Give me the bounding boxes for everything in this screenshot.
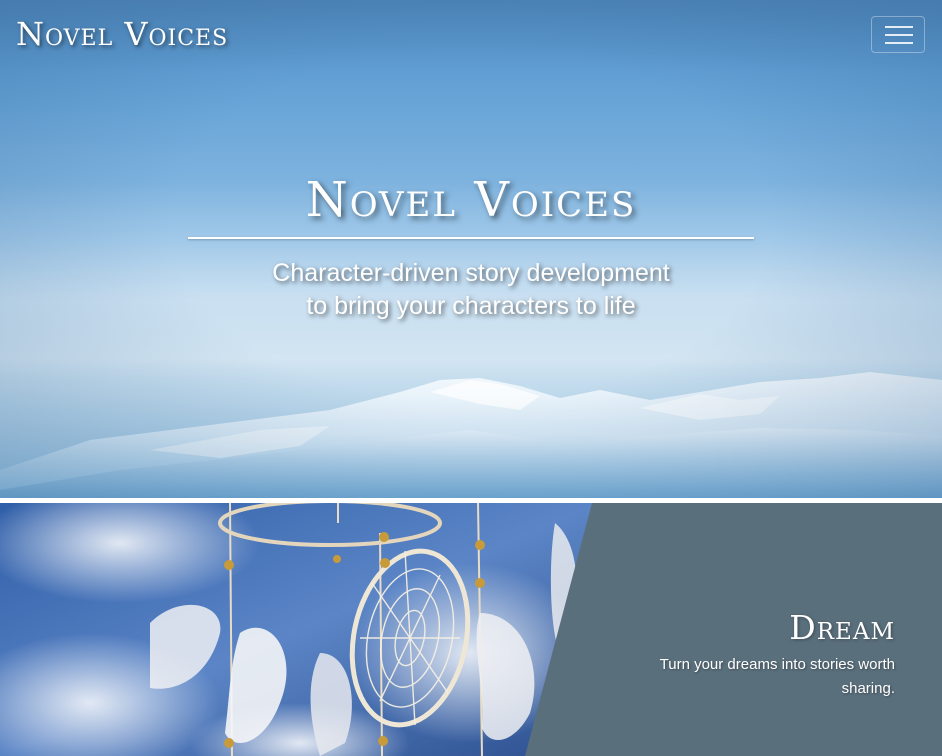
hero-subtitle: Character-driven story development to br… (0, 257, 942, 323)
brand-logo[interactable]: Novel Voices (16, 18, 228, 50)
hero-subtitle-line-2: to bring your characters to life (306, 292, 636, 320)
dream-description: Turn your dreams into stories worth shar… (659, 656, 895, 697)
hero-title: Novel Voices (305, 172, 637, 228)
hero-divider (188, 237, 754, 239)
hero-subtitle-line-1: Character-driven story development (272, 259, 670, 287)
navbar-toggle-button[interactable] (871, 16, 925, 53)
dream-title: Dream (789, 608, 895, 647)
navbar: Novel Voices (0, 0, 942, 72)
hero-background-image (0, 180, 942, 498)
hamburger-menu-icon (885, 26, 913, 44)
dream-feature-section: Dream Turn your dreams into stories wort… (0, 503, 942, 756)
hero-section: Novel Voices Novel Voices Character-driv… (0, 0, 942, 498)
